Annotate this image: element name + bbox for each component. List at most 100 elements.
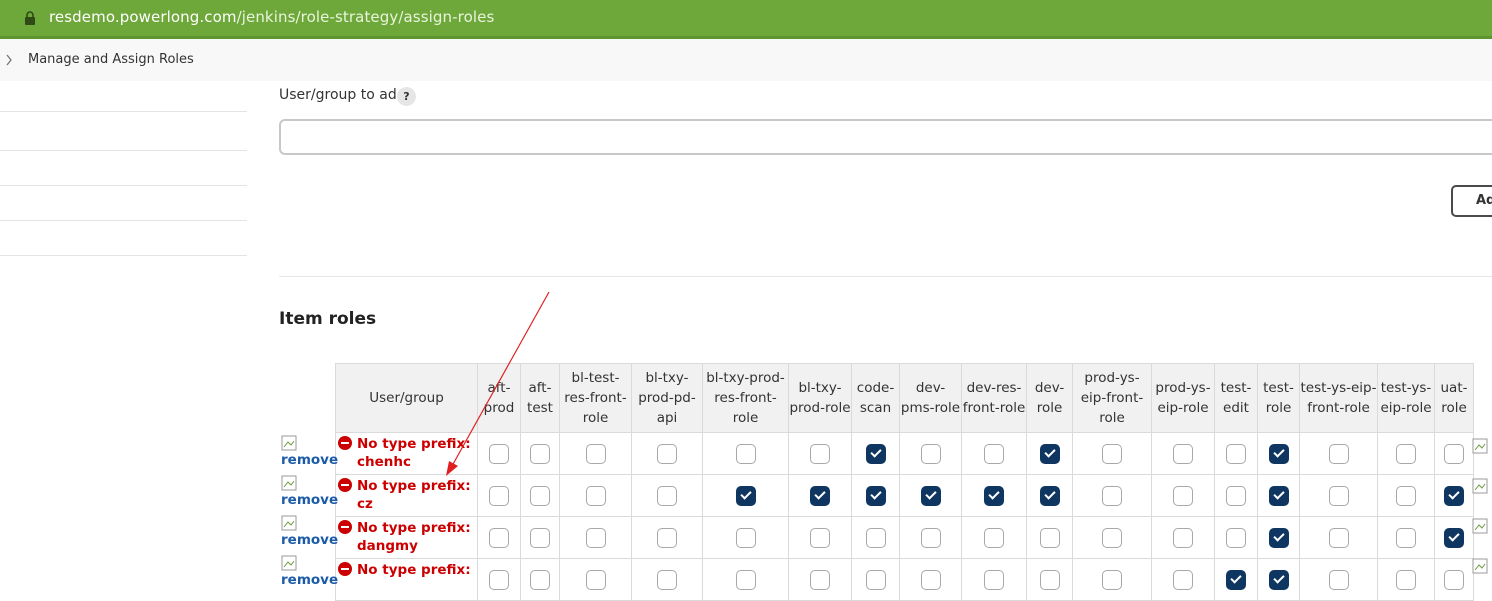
remove-link[interactable]: remove	[281, 532, 338, 548]
role-checkbox[interactable]	[920, 443, 941, 464]
role-checkbox[interactable]	[1268, 485, 1289, 506]
role-checkbox[interactable]	[1102, 443, 1122, 464]
role-checkbox[interactable]	[810, 527, 830, 548]
role-checkbox[interactable]	[585, 485, 606, 506]
role-cell	[1377, 558, 1435, 601]
role-checkbox[interactable]	[1173, 569, 1193, 590]
broken-image-icon[interactable]	[281, 555, 297, 571]
role-checkbox[interactable]	[810, 443, 830, 464]
role-checkbox[interactable]	[1396, 485, 1416, 506]
remove-link[interactable]: remove	[281, 492, 338, 508]
role-checkbox[interactable]	[865, 485, 886, 506]
remove-link[interactable]: remove	[281, 572, 338, 588]
broken-image-icon[interactable]	[1472, 438, 1492, 454]
role-checkbox[interactable]	[657, 527, 677, 548]
role-cell	[1299, 516, 1378, 559]
role-checkbox[interactable]	[1226, 485, 1246, 506]
role-checkbox[interactable]	[865, 443, 886, 464]
role-checkbox[interactable]	[530, 485, 550, 506]
broken-image-icon[interactable]	[1472, 478, 1492, 494]
broken-image-icon[interactable]	[281, 475, 297, 491]
role-checkbox[interactable]	[1039, 527, 1060, 548]
column-header-role: uat-role	[1434, 363, 1474, 433]
role-checkbox[interactable]	[530, 527, 550, 548]
role-checkbox[interactable]	[920, 527, 941, 548]
role-checkbox[interactable]	[984, 569, 1004, 590]
role-checkbox[interactable]	[810, 485, 830, 506]
role-checkbox[interactable]	[489, 527, 509, 548]
help-icon[interactable]: ?	[397, 87, 416, 106]
role-checkbox[interactable]	[1102, 485, 1122, 506]
column-header-user-group: User/group	[335, 363, 478, 433]
role-checkbox[interactable]	[735, 527, 756, 548]
role-cell	[520, 558, 560, 601]
role-checkbox[interactable]	[1444, 485, 1464, 506]
url-text[interactable]: resdemo.powerlong.com/jenkins/role-strat…	[49, 8, 494, 26]
broken-image-icon[interactable]	[1472, 518, 1492, 534]
role-checkbox[interactable]	[1328, 527, 1349, 548]
role-checkbox[interactable]	[1039, 443, 1060, 464]
user-group-input[interactable]	[279, 119, 1492, 155]
role-checkbox[interactable]	[585, 569, 606, 590]
role-checkbox[interactable]	[1102, 569, 1122, 590]
role-checkbox[interactable]	[1268, 569, 1289, 590]
breadcrumb-item-manage-assign-roles[interactable]: Manage and Assign Roles	[28, 52, 194, 67]
broken-image-icon[interactable]	[1472, 558, 1492, 574]
add-button[interactable]: Add	[1451, 185, 1492, 217]
role-checkbox[interactable]	[489, 569, 509, 590]
broken-image-icon[interactable]	[281, 435, 297, 451]
breadcrumb: Manage and Assign Roles	[0, 39, 1492, 81]
role-checkbox[interactable]	[865, 527, 886, 548]
role-checkbox[interactable]	[1039, 485, 1060, 506]
role-checkbox[interactable]	[735, 485, 756, 506]
role-cell	[702, 516, 789, 559]
role-checkbox[interactable]	[1328, 569, 1349, 590]
role-checkbox[interactable]	[1396, 443, 1416, 464]
role-checkbox[interactable]	[530, 569, 550, 590]
role-checkbox[interactable]	[865, 569, 886, 590]
role-checkbox[interactable]	[1039, 569, 1060, 590]
column-header-role: aft-prod	[477, 363, 521, 433]
role-cell	[520, 474, 560, 517]
role-checkbox[interactable]	[657, 443, 677, 464]
role-checkbox[interactable]	[489, 485, 509, 506]
role-checkbox[interactable]	[489, 443, 509, 464]
role-checkbox[interactable]	[984, 443, 1004, 464]
role-checkbox[interactable]	[1328, 443, 1349, 464]
role-checkbox[interactable]	[657, 485, 677, 506]
role-checkbox[interactable]	[1396, 569, 1416, 590]
role-checkbox[interactable]	[1173, 485, 1193, 506]
role-checkbox[interactable]	[1226, 569, 1246, 590]
role-checkbox[interactable]	[1102, 527, 1122, 548]
column-header-role: test-ys-eip-front-role	[1299, 363, 1378, 433]
browser-url-bar[interactable]: resdemo.powerlong.com/jenkins/role-strat…	[0, 0, 1492, 39]
role-checkbox[interactable]	[920, 569, 941, 590]
role-checkbox[interactable]	[1226, 443, 1246, 464]
role-checkbox[interactable]	[735, 443, 756, 464]
role-checkbox[interactable]	[1444, 527, 1464, 548]
column-header-role: prod-ys-eip-role	[1151, 363, 1215, 433]
role-checkbox[interactable]	[735, 569, 756, 590]
role-checkbox[interactable]	[984, 527, 1004, 548]
column-header-role: test-edit	[1214, 363, 1258, 433]
role-checkbox[interactable]	[1444, 569, 1464, 590]
role-checkbox[interactable]	[1173, 527, 1193, 548]
role-checkbox[interactable]	[1328, 485, 1349, 506]
role-cell	[1026, 516, 1073, 559]
role-checkbox[interactable]	[1396, 527, 1416, 548]
remove-link[interactable]: remove	[281, 452, 338, 468]
role-checkbox[interactable]	[585, 443, 606, 464]
role-checkbox[interactable]	[1444, 443, 1464, 464]
role-checkbox[interactable]	[984, 485, 1004, 506]
broken-image-icon[interactable]	[281, 515, 297, 531]
role-checkbox[interactable]	[1226, 527, 1246, 548]
role-checkbox[interactable]	[810, 569, 830, 590]
role-checkbox[interactable]	[585, 527, 606, 548]
role-checkbox[interactable]	[657, 569, 677, 590]
role-checkbox[interactable]	[1268, 443, 1289, 464]
role-checkbox[interactable]	[1268, 527, 1289, 548]
role-checkbox[interactable]	[1173, 443, 1193, 464]
role-checkbox[interactable]	[530, 443, 550, 464]
no-entry-icon	[338, 436, 352, 450]
role-checkbox[interactable]	[920, 485, 941, 506]
